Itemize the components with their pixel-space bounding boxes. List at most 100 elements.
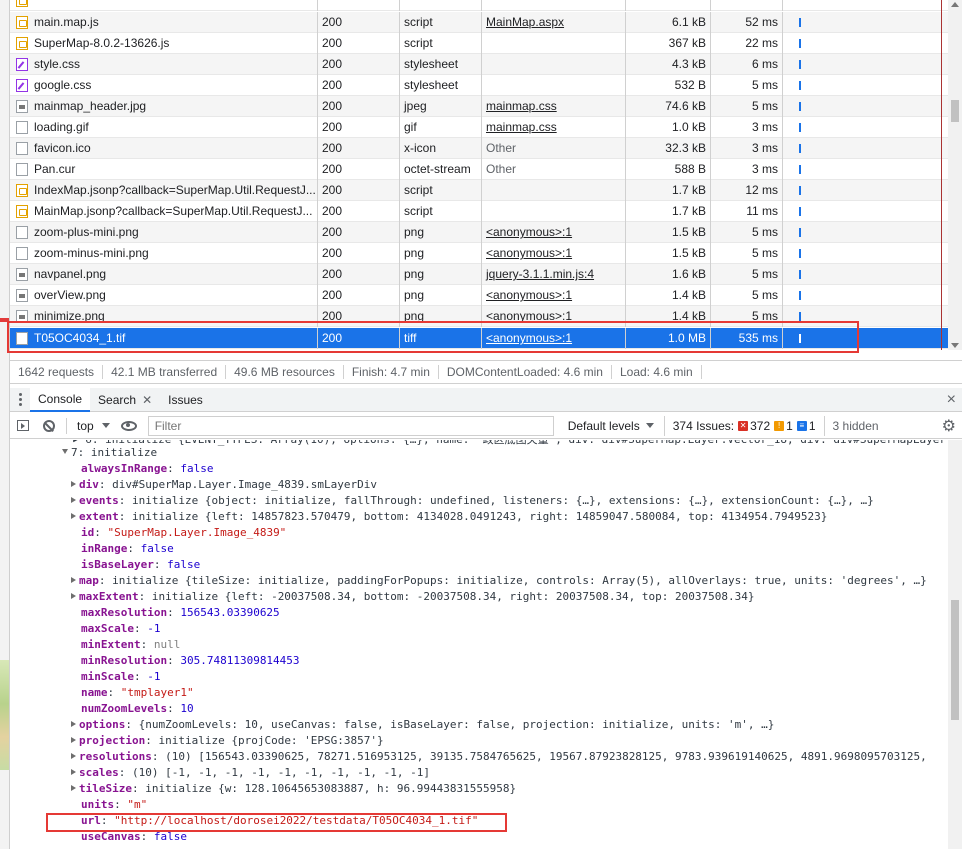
table-row[interactable]: zoom-minus-mini.png 200 png <anonymous>:1 1.… (10, 242, 948, 264)
console-property-resolutions[interactable]: resolutions: (10) [156543.03390625, 7827… (71, 749, 927, 765)
table-row[interactable]: main.map.js 200 script MainMap.aspx 6.1 kB 52… (10, 11, 948, 33)
console-property-extent[interactable]: extent: initialize {left: 14857823.57047… (71, 509, 827, 525)
scroll-down-icon[interactable] (951, 343, 959, 348)
file-css-icon (16, 78, 28, 92)
request-type: script (404, 204, 433, 218)
expand-triangle-icon[interactable] (71, 593, 76, 599)
request-time: 535 ms (738, 331, 778, 345)
property-separator: : (118, 510, 132, 523)
request-type-cell: x-icon (400, 137, 482, 159)
network-scrollbar[interactable] (948, 0, 962, 350)
expand-triangle-icon[interactable] (71, 769, 76, 775)
expand-triangle-icon[interactable] (71, 513, 76, 519)
property-separator: : (167, 606, 181, 619)
request-size-cell: 1.7 kB (626, 179, 711, 201)
table-row[interactable]: overView.png 200 png <anonymous>:1 1.4 kB 5 m… (10, 284, 948, 306)
issues-counter-button[interactable]: 374 Issues: ✕ 372 ! 1 ≡ 1 (663, 415, 825, 436)
table-row[interactable]: navpanel.png 200 png jquery-3.1.1.min.js:4 1… (10, 263, 948, 285)
table-row-selected[interactable]: T05OC4034_1.tif 200 tiff <anonymous>:1 1.0 M… (10, 327, 948, 349)
property-key: inRange (81, 542, 128, 555)
request-name-cell: MainMap.jsonp?callback=SuperMap.Util.Req… (10, 200, 318, 222)
finish-time: Finish: 4.7 min (344, 365, 439, 379)
context-selector[interactable]: top (71, 419, 116, 433)
gear-icon[interactable]: ⚙ (942, 416, 956, 436)
request-initiator-cell (482, 32, 626, 54)
table-row[interactable]: zoom-plus-mini.png 200 png <anonymous>:1 1.5… (10, 221, 948, 243)
request-type: png (404, 288, 425, 302)
table-row[interactable]: loading.gif 200 gif mainmap.css 1.0 kB 3 ms (10, 116, 948, 138)
property-key: maxScale (81, 622, 134, 635)
request-initiator[interactable]: <anonymous>:1 (486, 309, 572, 323)
close-drawer-icon[interactable]: × (947, 391, 956, 409)
expand-triangle-icon[interactable] (71, 481, 76, 487)
table-row[interactable]: mainmap_header.jpg 200 jpeg mainmap.css 74.6… (10, 95, 948, 117)
console-toolbar: top Filter Default levels 374 Issues: ✕ 3… (10, 413, 962, 439)
request-time: 5 ms (751, 99, 778, 113)
console-property-projection[interactable]: projection: initialize {projCode: 'EPSG:… (71, 733, 384, 749)
console-property-maxExtent[interactable]: maxExtent: initialize {left: -20037508.3… (71, 589, 755, 605)
console-scroll-thumb[interactable] (951, 600, 959, 720)
property-key: div (79, 478, 99, 491)
request-name-cell: favicon.ico (10, 137, 318, 159)
console-property-scales[interactable]: scales: (10) [-1, -1, -1, -1, -1, -1, -1… (71, 765, 430, 781)
table-row[interactable]: MainMap.jsonp?callback=SuperMap.Util.Req… (10, 200, 948, 222)
property-separator: : (94, 526, 108, 539)
request-initiator[interactable]: mainmap.css (486, 120, 557, 134)
console-object-header[interactable]: 7: initialize (62, 445, 157, 461)
tab-console[interactable]: Console (30, 387, 91, 412)
expand-triangle-icon[interactable] (71, 497, 76, 503)
console-property-div[interactable]: div: div#SuperMap.Layer.Image_4839.smLay… (71, 477, 377, 493)
console-property-options[interactable]: options: {numZoomLevels: 10, useCanvas: … (71, 717, 774, 733)
table-row[interactable]: minimize.png 200 png <anonymous>:1 1.4 kB 5 m… (10, 305, 948, 327)
scroll-up-icon[interactable] (951, 2, 959, 7)
expand-triangle-icon[interactable] (71, 753, 76, 759)
request-initiator[interactable]: MainMap.aspx (486, 15, 564, 29)
request-type-cell: script (400, 11, 482, 33)
console-scrollbar[interactable] (948, 440, 962, 849)
request-name-cell: main.map.js (10, 11, 318, 33)
request-initiator-cell (482, 0, 626, 11)
expand-triangle-icon[interactable] (71, 721, 76, 727)
request-initiator[interactable]: mainmap.css (486, 99, 557, 113)
request-initiator[interactable]: <anonymous>:1 (486, 288, 572, 302)
request-type-cell: stylesheet (400, 53, 482, 75)
console-property-events[interactable]: events: initialize {object: initialize, … (71, 493, 874, 509)
expand-triangle-icon[interactable] (71, 785, 76, 791)
chevron-down-icon (645, 423, 654, 428)
table-row[interactable]: IndexMap.jsonp?callback=SuperMap.Util.Re… (10, 179, 948, 201)
request-initiator[interactable]: Other (486, 141, 516, 155)
network-scroll-thumb[interactable] (951, 100, 959, 122)
console-line-partial: ▸ 6: initialize {EVENT_TYPES: Array(10),… (72, 440, 946, 448)
live-expression-button[interactable] (116, 413, 142, 439)
log-levels-dropdown[interactable]: Default levels (562, 419, 660, 433)
property-separator: : (98, 478, 113, 491)
table-row[interactable]: google.css 200 stylesheet 532 B 5 ms (10, 74, 948, 96)
table-row[interactable]: favicon.ico 200 x-icon Other 32.3 kB 3 ms (10, 137, 948, 159)
request-initiator[interactable]: jquery-3.1.1.min.js:4 (486, 267, 594, 281)
expand-triangle-icon[interactable] (62, 449, 68, 454)
table-row[interactable]: Pan.cur 200 octet-stream Other 588 B 3 ms (10, 158, 948, 180)
property-separator: : (114, 798, 128, 811)
request-initiator[interactable]: <anonymous>:1 (486, 246, 572, 260)
table-row[interactable]: style.css 200 stylesheet 4.3 kB 6 ms (10, 53, 948, 75)
drawer-menu-icon[interactable] (10, 393, 30, 406)
table-row[interactable]: SuperMap-8.0.2-13626.js 200 script 367 kB 22… (10, 32, 948, 54)
request-initiator[interactable]: Other (486, 162, 516, 176)
issues-label: 374 Issues: (672, 418, 735, 433)
request-initiator[interactable]: <anonymous>:1 (486, 331, 572, 345)
tab-search[interactable]: Search ✕ (90, 388, 160, 412)
close-tab-icon[interactable]: ✕ (142, 393, 152, 407)
tab-issues[interactable]: Issues (160, 388, 211, 412)
request-size-cell: 6.1 kB (626, 11, 711, 33)
expand-triangle-icon[interactable] (71, 737, 76, 743)
expand-triangle-icon[interactable] (71, 577, 76, 583)
request-name: style.css (34, 57, 81, 71)
file-img-icon (16, 99, 28, 113)
clear-console-button[interactable] (36, 413, 62, 439)
console-property-tileSize[interactable]: tileSize: initialize {w: 128.10645653083… (71, 781, 516, 797)
request-initiator[interactable]: <anonymous>:1 (486, 225, 572, 239)
console-property-map[interactable]: map: initialize {tileSize: initialize, p… (71, 573, 927, 589)
show-sidebar-button[interactable] (10, 413, 36, 439)
console-filter-input[interactable]: Filter (147, 415, 554, 436)
table-row[interactable] (10, 0, 948, 11)
